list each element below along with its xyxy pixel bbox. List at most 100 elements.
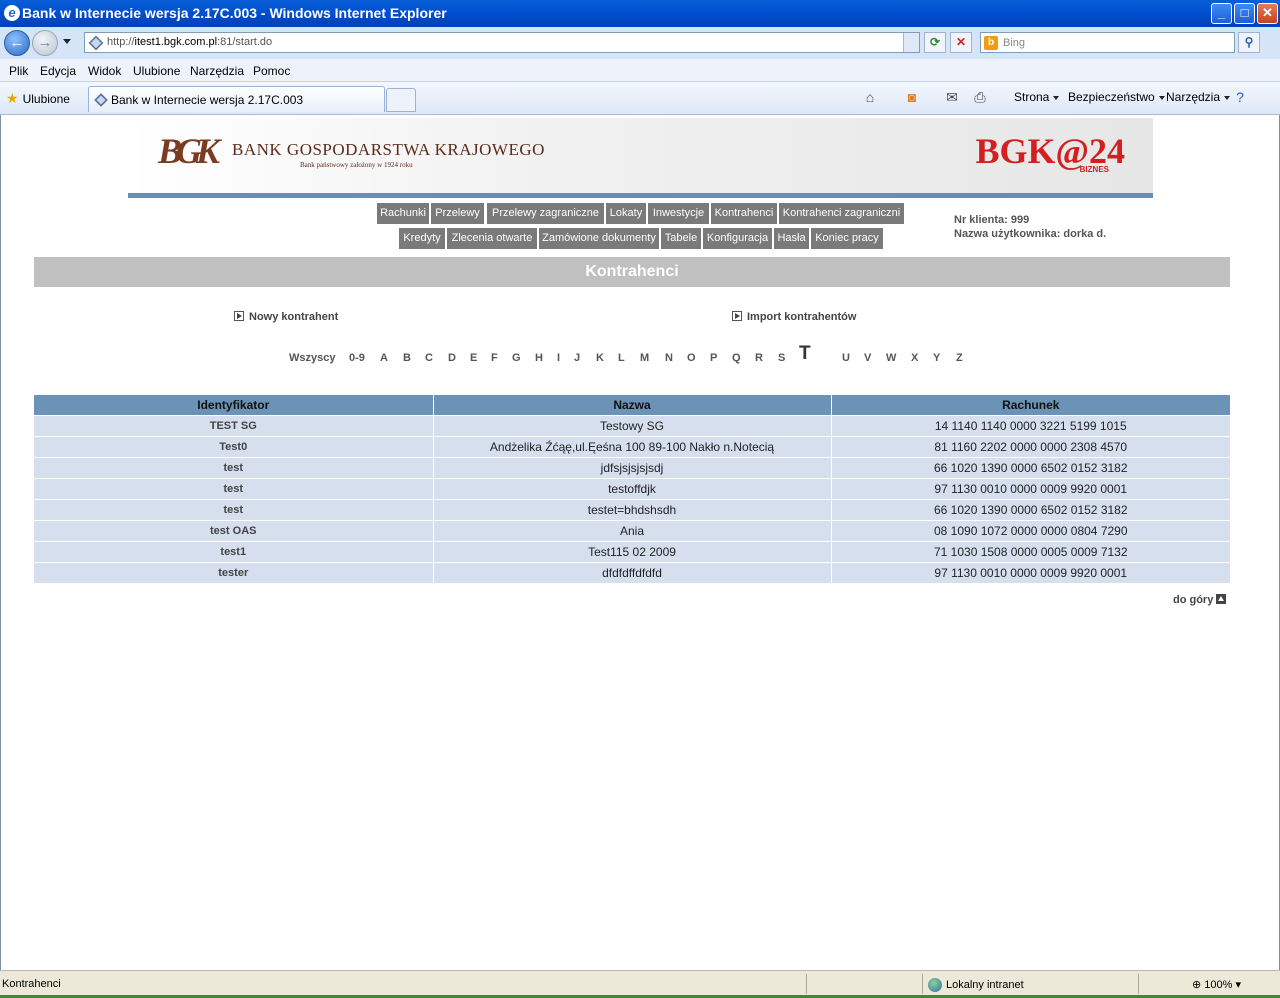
new-tab-button[interactable] bbox=[386, 88, 416, 112]
cell-identifier[interactable]: test1 bbox=[34, 540, 434, 562]
page-menu[interactable]: Strona bbox=[1014, 90, 1060, 104]
page-content: BGK BANK GOSPODARSTWA KRAJOWEGO Bank pań… bbox=[0, 115, 1280, 970]
letter-link[interactable]: D bbox=[448, 352, 456, 364]
cell-identifier[interactable]: tester bbox=[34, 561, 434, 583]
browser-tab[interactable]: Bank w Internecie wersja 2.17C.003 bbox=[88, 86, 385, 112]
column-header-identifier[interactable]: Identyfikator bbox=[34, 395, 434, 415]
arrow-up-icon bbox=[1216, 594, 1227, 604]
mail-icon[interactable]: ✉ bbox=[943, 89, 961, 105]
letter-link[interactable]: J bbox=[574, 352, 580, 364]
nav-zlecenia-otwarte[interactable]: Zlecenia otwarte bbox=[447, 228, 537, 249]
nav-lokaty[interactable]: Lokaty bbox=[606, 203, 646, 224]
back-to-top-link[interactable]: do góry bbox=[1173, 593, 1227, 606]
cell-identifier[interactable]: TEST SG bbox=[34, 414, 434, 436]
cell-identifier[interactable]: test OAS bbox=[34, 519, 434, 541]
nav-tabele[interactable]: Tabele bbox=[661, 228, 701, 249]
feeds-icon[interactable]: ◙ bbox=[903, 89, 921, 105]
letter-link[interactable]: 0-9 bbox=[349, 352, 365, 364]
address-dropdown-icon[interactable] bbox=[903, 33, 919, 52]
nav-hasla[interactable]: Hasła bbox=[774, 228, 809, 249]
refresh-icon[interactable]: ⟳ bbox=[924, 32, 946, 53]
letter-active[interactable]: T bbox=[799, 343, 811, 365]
table-row[interactable]: test jdfsjsjsjsjsdj 66 1020 1390 0000 65… bbox=[34, 456, 1230, 478]
tools-menu[interactable]: Narzędzia bbox=[1166, 90, 1231, 104]
nav-kontrahenci-zagraniczni[interactable]: Kontrahenci zagraniczni bbox=[779, 203, 904, 224]
letter-link[interactable]: Z bbox=[956, 352, 963, 364]
nav-inwestycje[interactable]: Inwestycje bbox=[648, 203, 709, 224]
print-icon[interactable]: ⎙ bbox=[971, 89, 989, 105]
safety-menu[interactable]: Bezpieczeństwo bbox=[1068, 90, 1165, 104]
menu-item-edycja[interactable]: Edycja bbox=[40, 64, 76, 78]
menu-item-pomoc[interactable]: Pomoc bbox=[253, 64, 290, 78]
cell-identifier[interactable]: test bbox=[34, 498, 434, 520]
letter-link[interactable]: O bbox=[687, 352, 696, 364]
status-divider bbox=[806, 974, 807, 994]
letter-link[interactable]: S bbox=[778, 352, 785, 364]
back-button[interactable]: ← bbox=[4, 30, 30, 56]
letter-link[interactable]: E bbox=[470, 352, 477, 364]
menu-item-narzedzia[interactable]: Narzędzia bbox=[190, 64, 244, 78]
import-contractors-link[interactable]: Import kontrahentów bbox=[732, 310, 856, 323]
column-header-name[interactable]: Nazwa bbox=[433, 395, 832, 415]
nav-przelewy-zagraniczne[interactable]: Przelewy zagraniczne bbox=[487, 203, 604, 224]
history-dropdown-icon[interactable] bbox=[63, 39, 71, 44]
letter-link[interactable]: W bbox=[886, 352, 896, 364]
letter-link[interactable]: F bbox=[491, 352, 498, 364]
nav-kontrahenci[interactable]: Kontrahenci bbox=[711, 203, 777, 224]
menu-item-widok[interactable]: Widok bbox=[88, 64, 121, 78]
cell-identifier[interactable]: test bbox=[34, 456, 434, 478]
zoom-level[interactable]: ⊕ 100% ▾ bbox=[1192, 978, 1241, 991]
menu-item-plik[interactable]: Plik bbox=[9, 64, 28, 78]
maximize-button[interactable]: □ bbox=[1234, 3, 1255, 24]
letter-link[interactable]: P bbox=[710, 352, 717, 364]
forward-button[interactable]: → bbox=[32, 30, 58, 56]
home-icon[interactable]: ⌂ bbox=[861, 89, 879, 105]
nav-kredyty[interactable]: Kredyty bbox=[399, 228, 445, 249]
favorites-button[interactable]: ★ Ulubione bbox=[6, 90, 70, 107]
table-row[interactable]: TEST SG Testowy SG 14 1140 1140 0000 322… bbox=[34, 414, 1230, 436]
letter-link[interactable]: C bbox=[425, 352, 433, 364]
new-contractor-link[interactable]: Nowy kontrahent bbox=[234, 310, 338, 323]
letter-link[interactable]: I bbox=[557, 352, 560, 364]
letter-link[interactable]: R bbox=[755, 352, 763, 364]
help-icon[interactable]: ? bbox=[1231, 89, 1249, 105]
table-row[interactable]: test testoffdjk 97 1130 0010 0000 0009 9… bbox=[34, 477, 1230, 499]
letter-link[interactable]: L bbox=[618, 352, 625, 364]
menu-item-ulubione[interactable]: Ulubione bbox=[133, 64, 180, 78]
address-url[interactable]: http://itest1.bgk.com.pl:81/start.do bbox=[107, 36, 272, 48]
letter-link[interactable]: X bbox=[911, 352, 918, 364]
table-row[interactable]: Test0 Andżelika Źćąę,ul.Ęeśna 100 89-100… bbox=[34, 435, 1230, 457]
letter-link[interactable]: K bbox=[596, 352, 604, 364]
table-row[interactable]: test1 Test115 02 2009 71 1030 1508 0000 … bbox=[34, 540, 1230, 562]
letter-link[interactable]: B bbox=[403, 352, 411, 364]
table-row[interactable]: test testet=bhdshsdh 66 1020 1390 0000 6… bbox=[34, 498, 1230, 520]
letter-link[interactable]: H bbox=[535, 352, 543, 364]
column-header-account[interactable]: Rachunek bbox=[831, 395, 1230, 415]
letter-link[interactable]: A bbox=[380, 352, 388, 364]
letter-link[interactable]: Y bbox=[933, 352, 940, 364]
cell-identifier[interactable]: test bbox=[34, 477, 434, 499]
table-row[interactable]: tester dfdfdffdfdfd 97 1130 0010 0000 00… bbox=[34, 561, 1230, 583]
letter-link[interactable]: N bbox=[665, 352, 673, 364]
address-bar[interactable]: http://itest1.bgk.com.pl:81/start.do bbox=[84, 32, 920, 53]
table-header-row: Identyfikator Nazwa Rachunek bbox=[34, 395, 1230, 415]
nav-zamowione-dokumenty[interactable]: Zamówione dokumenty bbox=[539, 228, 659, 249]
nav-konfiguracja[interactable]: Konfiguracja bbox=[703, 228, 772, 249]
minimize-button[interactable]: _ bbox=[1211, 3, 1232, 24]
letter-link[interactable]: M bbox=[640, 352, 649, 364]
letter-link[interactable]: U bbox=[842, 352, 850, 364]
letter-link[interactable]: V bbox=[864, 352, 871, 364]
letter-all[interactable]: Wszyscy bbox=[289, 352, 335, 364]
nav-koniec-pracy[interactable]: Koniec pracy bbox=[811, 228, 883, 249]
nav-przelewy[interactable]: Przelewy bbox=[431, 203, 484, 224]
search-icon[interactable]: ⚲ bbox=[1238, 32, 1260, 53]
table-row[interactable]: test OAS Ania 08 1090 1072 0000 0000 080… bbox=[34, 519, 1230, 541]
security-zone[interactable]: Lokalny intranet bbox=[928, 978, 1024, 992]
cell-identifier[interactable]: Test0 bbox=[34, 435, 434, 457]
nav-rachunki[interactable]: Rachunki bbox=[377, 203, 429, 224]
search-input[interactable]: b Bing bbox=[980, 32, 1235, 53]
close-button[interactable]: ✕ bbox=[1257, 3, 1278, 24]
letter-link[interactable]: Q bbox=[732, 352, 741, 364]
letter-link[interactable]: G bbox=[512, 352, 521, 364]
stop-icon[interactable]: ✕ bbox=[950, 32, 972, 53]
